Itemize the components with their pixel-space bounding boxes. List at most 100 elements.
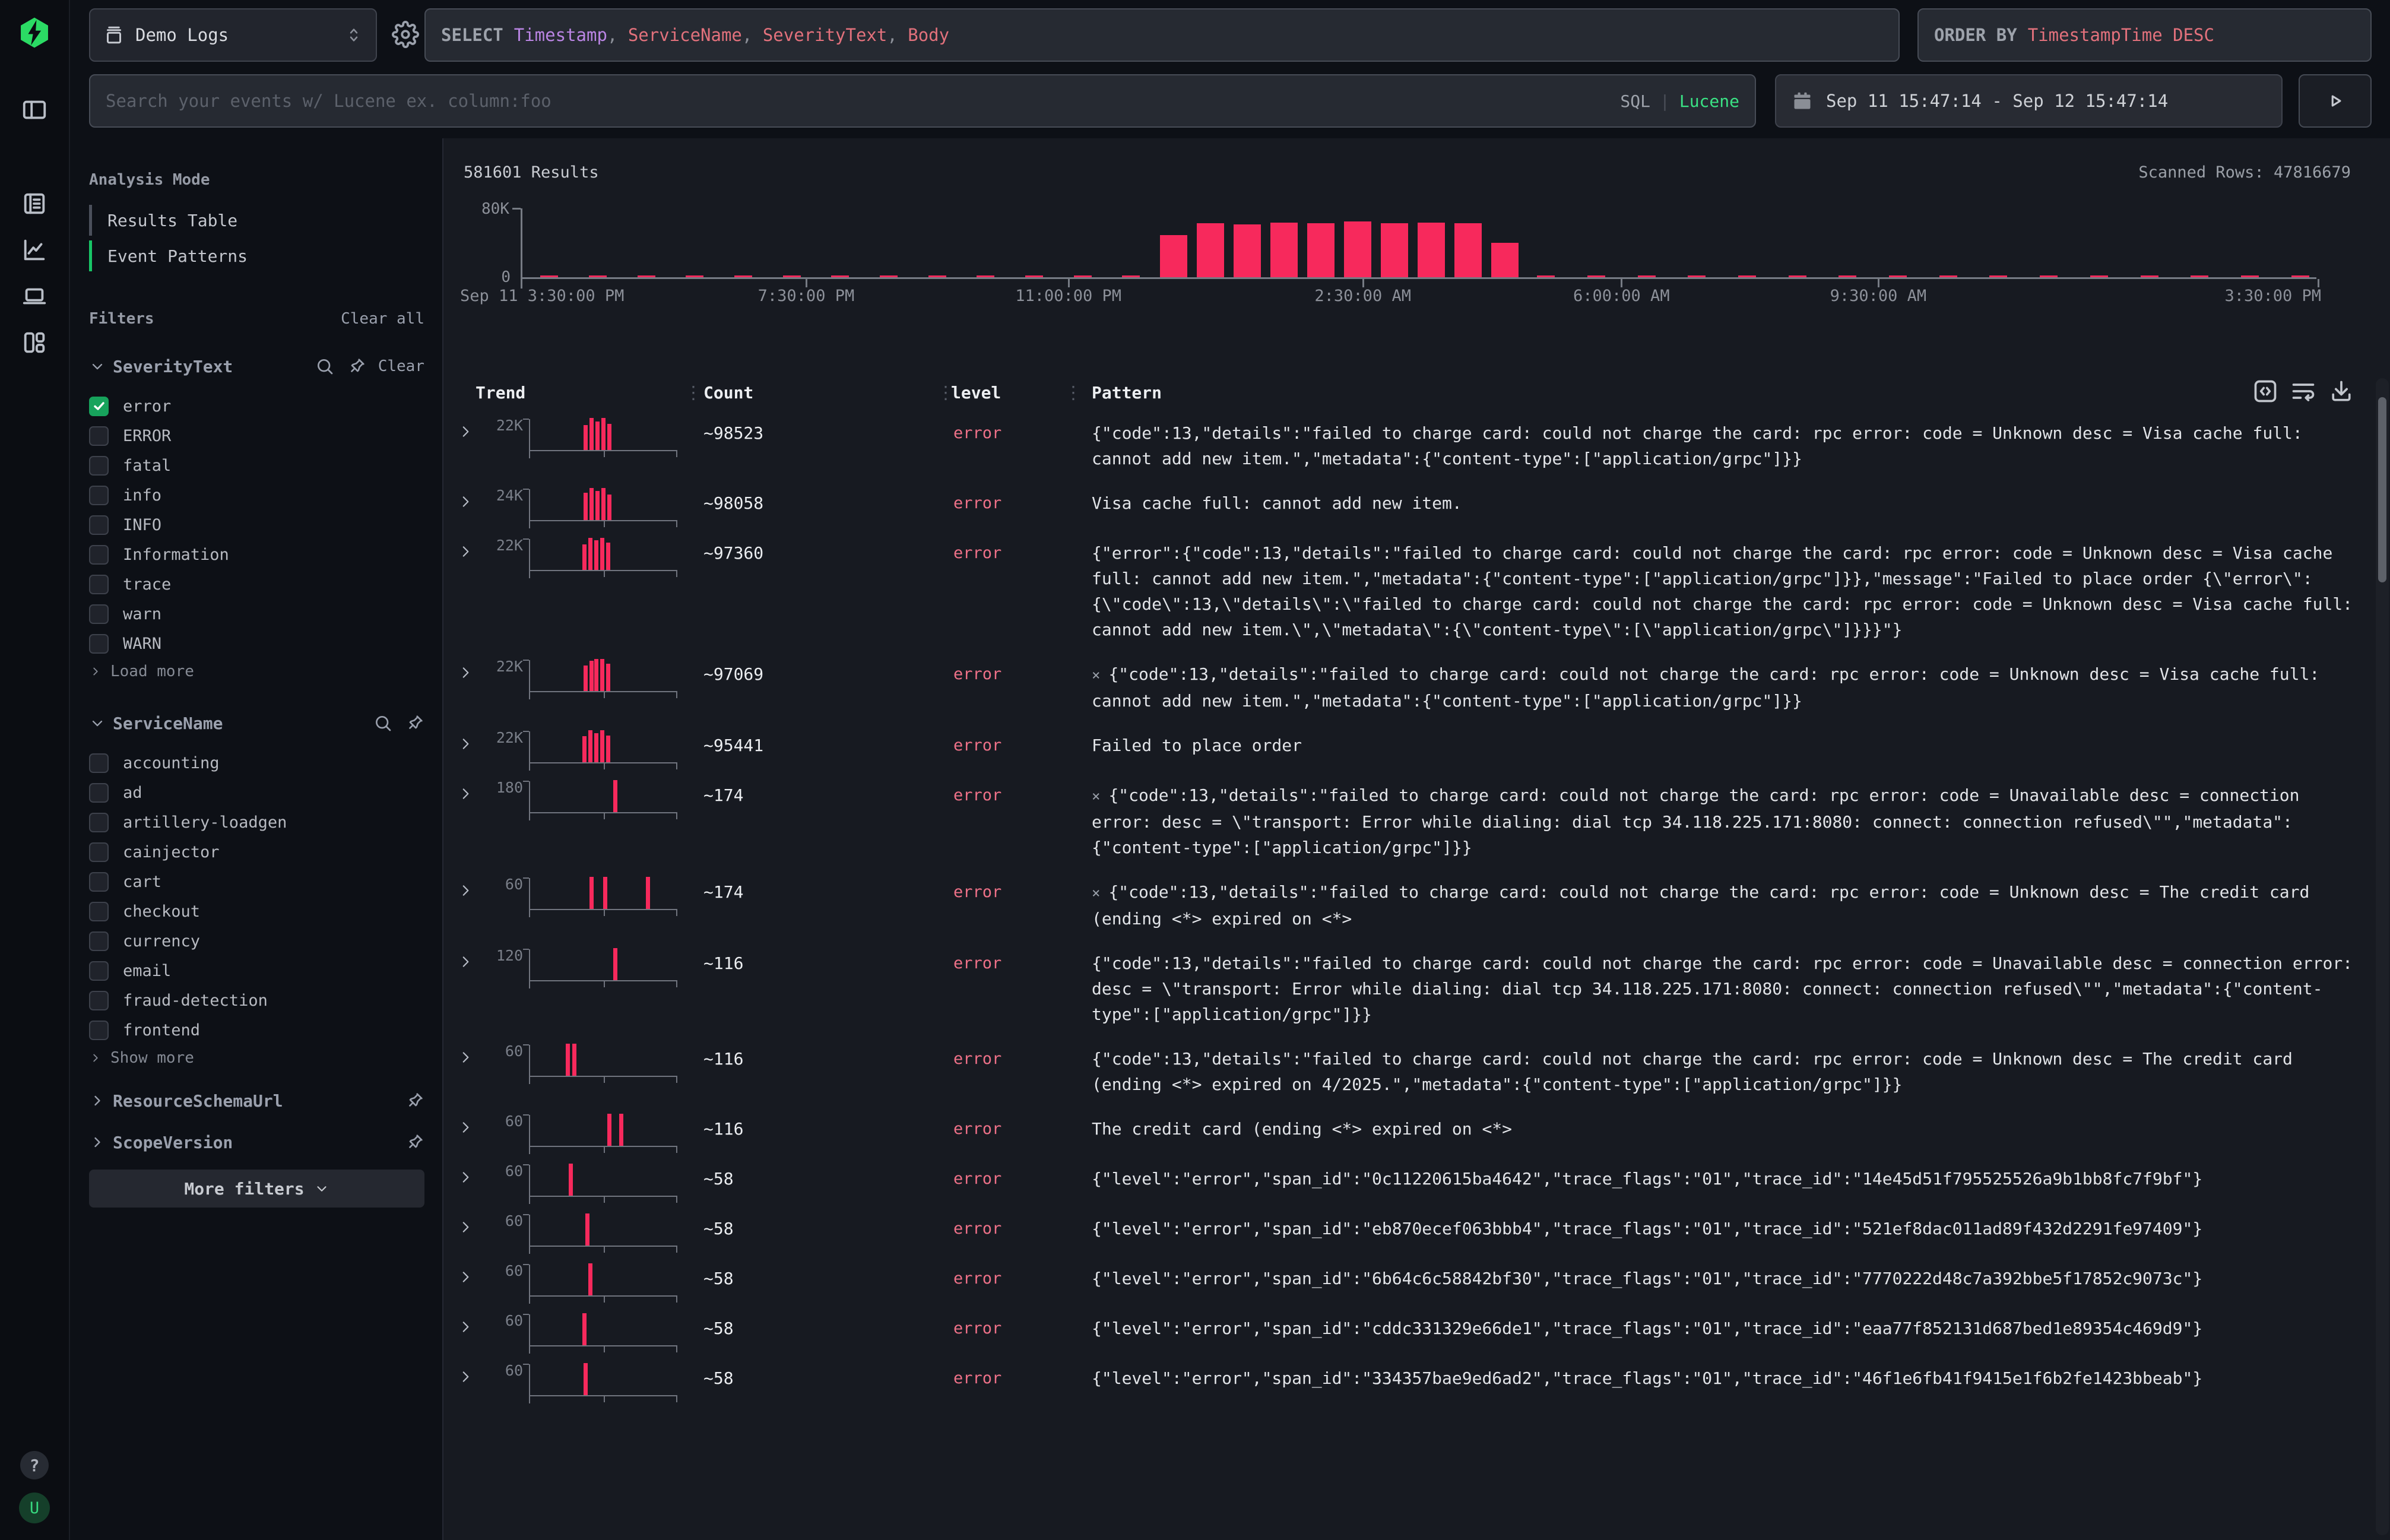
pin-icon[interactable] [405,1133,424,1152]
search-icon[interactable] [315,357,334,376]
chevron-down-icon[interactable] [89,715,106,731]
filter-option[interactable]: artillery-loadgen [89,807,424,837]
filter-checkbox[interactable] [89,397,109,416]
table-row[interactable]: 22K ~95441 error ×Failed to place order [458,722,2369,772]
table-row[interactable]: 180 ~174 error ×{"code":13,"details":"fa… [458,772,2369,869]
select-query-input[interactable]: SELECT Timestamp, ServiceName, SeverityT… [424,8,1900,62]
mode-lucene-button[interactable]: Lucene [1679,91,1739,111]
filter-group-name[interactable]: ScopeVersion [113,1133,392,1152]
filter-option[interactable]: trace [89,569,424,599]
filter-checkbox[interactable] [89,545,109,565]
help-button[interactable]: ? [20,1451,49,1479]
chevron-down-icon[interactable] [89,358,106,375]
table-row[interactable]: 60 ~58 error ×{"level":"error","span_id"… [458,1205,2369,1255]
filter-group-name[interactable]: SeverityText [113,357,302,376]
user-avatar[interactable]: U [19,1493,50,1523]
filter-option[interactable]: WARN [89,629,424,658]
analysis-mode-item[interactable]: Results Table [89,205,424,236]
pin-icon[interactable] [405,714,424,733]
chevron-right-icon[interactable] [89,1092,106,1109]
table-row[interactable]: 22K ~97069 error ×{"code":13,"details":"… [458,651,2369,722]
row-expand-chevron-icon[interactable] [458,1111,481,1135]
filter-group-name[interactable]: ServiceName [113,714,360,733]
search-input[interactable] [106,91,1620,111]
filter-option[interactable]: currency [89,926,424,956]
row-expand-chevron-icon[interactable] [458,1161,481,1185]
chart-nav-icon[interactable] [21,236,48,264]
row-expand-chevron-icon[interactable] [458,1361,481,1384]
table-row[interactable]: 60 ~58 error ×{"level":"error","span_id"… [458,1355,2369,1405]
row-expand-chevron-icon[interactable] [458,874,481,898]
row-expand-chevron-icon[interactable] [458,1211,481,1235]
filter-checkbox[interactable] [89,813,109,832]
pin-icon[interactable] [347,357,366,376]
filter-option[interactable]: info [89,480,424,510]
filter-checkbox[interactable] [89,604,109,624]
settings-gear-icon[interactable] [392,21,419,48]
filter-checkbox[interactable] [89,842,109,862]
table-row[interactable]: 24K ~98058 error ×Visa cache full: canno… [458,480,2369,530]
filter-checkbox[interactable] [89,872,109,892]
table-row[interactable]: 22K ~97360 error ×{"error":{"code":13,"d… [458,530,2369,651]
table-row[interactable]: 22K ~98523 error ×{"code":13,"details":"… [458,410,2369,480]
table-row[interactable]: 60 ~174 error ×{"code":13,"details":"fai… [458,869,2369,940]
filter-option[interactable]: cart [89,867,424,896]
mode-sql-button[interactable]: SQL [1620,91,1650,111]
filter-checkbox[interactable] [89,991,109,1010]
analysis-mode-item[interactable]: Event Patterns [89,240,424,271]
run-query-button[interactable] [2299,74,2372,128]
time-range-picker[interactable]: Sep 11 15:47:14 - Sep 12 15:47:14 [1775,74,2283,128]
filter-option[interactable]: warn [89,599,424,629]
filter-option[interactable]: fatal [89,451,424,480]
filter-option[interactable]: error [89,391,424,421]
filter-checkbox[interactable] [89,634,109,654]
row-expand-chevron-icon[interactable] [458,778,481,801]
table-row[interactable]: 60 ~58 error ×{"level":"error","span_id"… [458,1255,2369,1305]
filter-group-name[interactable]: ResourceSchemaUrl [113,1091,392,1111]
filter-option[interactable]: email [89,956,424,986]
filter-option[interactable]: frontend [89,1015,424,1045]
filter-option[interactable]: INFO [89,510,424,540]
filter-checkbox[interactable] [89,961,109,981]
filter-checkbox[interactable] [89,486,109,505]
orderby-input[interactable]: ORDER BY TimestampTime DESC [1917,8,2372,62]
filter-checkbox[interactable] [89,426,109,446]
filter-option[interactable]: cainjector [89,837,424,867]
clear-all-filters-button[interactable]: Clear all [341,310,424,328]
row-expand-chevron-icon[interactable] [458,1261,481,1285]
table-row[interactable]: 60 ~58 error ×{"level":"error","span_id"… [458,1155,2369,1205]
filter-checkbox[interactable] [89,515,109,535]
filter-option[interactable]: ERROR [89,421,424,451]
table-row[interactable]: 120 ~116 error ×{"code":13,"details":"fa… [458,940,2369,1035]
dashboards-nav-icon[interactable] [21,329,48,356]
row-expand-chevron-icon[interactable] [458,946,481,969]
row-expand-chevron-icon[interactable] [458,728,481,752]
filter-option[interactable]: accounting [89,748,424,778]
load-more-button[interactable]: Load more [89,658,424,685]
row-expand-chevron-icon[interactable] [458,1311,481,1335]
filter-checkbox[interactable] [89,1021,109,1040]
row-expand-chevron-icon[interactable] [458,657,481,680]
row-expand-chevron-icon[interactable] [458,486,481,509]
pin-icon[interactable] [405,1091,424,1110]
filter-option[interactable]: ad [89,778,424,807]
table-row[interactable]: 60 ~116 error ×The credit card (ending <… [458,1105,2369,1155]
filter-option[interactable]: fraud-detection [89,986,424,1015]
more-filters-button[interactable]: More filters [89,1170,424,1208]
filter-option[interactable]: Information [89,540,424,569]
table-scrollbar[interactable] [2376,378,2389,1535]
filter-checkbox[interactable] [89,456,109,476]
chevron-right-icon[interactable] [89,1134,106,1151]
app-logo-icon[interactable] [17,15,52,50]
filter-checkbox[interactable] [89,931,109,951]
filter-checkbox[interactable] [89,783,109,803]
sidebar-toggle-icon[interactable] [21,96,48,123]
filter-checkbox[interactable] [89,902,109,921]
row-expand-chevron-icon[interactable] [458,1041,481,1065]
row-expand-chevron-icon[interactable] [458,416,481,439]
logs-nav-icon[interactable] [21,190,48,217]
row-expand-chevron-icon[interactable] [458,535,481,559]
table-row[interactable]: 60 ~58 error ×{"level":"error","span_id"… [458,1305,2369,1355]
filter-checkbox[interactable] [89,753,109,773]
source-select[interactable]: Demo Logs [89,8,377,62]
